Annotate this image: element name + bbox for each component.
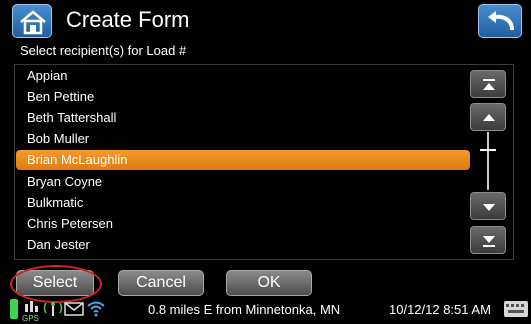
recipient-item-ben-pettine[interactable]: Ben Pettine — [16, 87, 470, 107]
recipient-item-brian-mclaughlin[interactable]: Brian McLaughlin — [16, 150, 470, 170]
recipient-item-bryan-coyne[interactable]: Bryan Coyne — [16, 172, 470, 192]
recipient-instructions: Select recipient(s) for Load # — [20, 43, 187, 58]
datetime-text: 10/12/12 8:51 AM — [389, 302, 491, 317]
ok-button[interactable]: OK — [226, 270, 312, 296]
location-text: 0.8 miles E from Minnetonka, MN — [148, 302, 341, 317]
scroll-up-button[interactable] — [470, 103, 506, 131]
recipient-item-dan-jester[interactable]: Dan Jester — [16, 235, 470, 255]
cancel-button[interactable]: Cancel — [118, 270, 204, 296]
scroll-to-bottom-button[interactable] — [470, 226, 506, 254]
recipient-item-chris-petersen[interactable]: Chris Petersen — [16, 214, 470, 234]
scroll-to-top-icon — [483, 79, 495, 90]
mail-icon — [64, 302, 84, 316]
home-button[interactable] — [12, 4, 52, 38]
signal-icon — [43, 302, 63, 316]
scroll-down-button[interactable] — [470, 192, 506, 220]
gps-icon — [25, 301, 38, 312]
battery-icon — [10, 299, 18, 319]
keyboard-icon[interactable] — [504, 301, 528, 317]
recipient-item-appian[interactable]: Appian — [16, 66, 470, 86]
page-title: Create Form — [66, 7, 190, 32]
scroll-up-icon — [483, 114, 495, 121]
scroll-to-bottom-icon — [483, 236, 495, 247]
back-button[interactable] — [478, 4, 522, 38]
home-icon — [20, 10, 46, 35]
wifi-icon — [87, 301, 105, 317]
scrollbar-track[interactable] — [487, 132, 489, 190]
scroll-down-icon — [483, 204, 495, 211]
scroll-to-top-button[interactable] — [470, 70, 506, 98]
gps-label: GPS — [22, 314, 39, 323]
recipient-item-bob-muller[interactable]: Bob Muller — [16, 129, 470, 149]
back-arrow-icon — [488, 11, 514, 31]
recipient-item-bulkmatic[interactable]: Bulkmatic — [16, 193, 470, 213]
recipient-item-beth-tattershall[interactable]: Beth Tattershall — [16, 108, 470, 128]
scrollbar-thumb[interactable] — [480, 149, 496, 151]
